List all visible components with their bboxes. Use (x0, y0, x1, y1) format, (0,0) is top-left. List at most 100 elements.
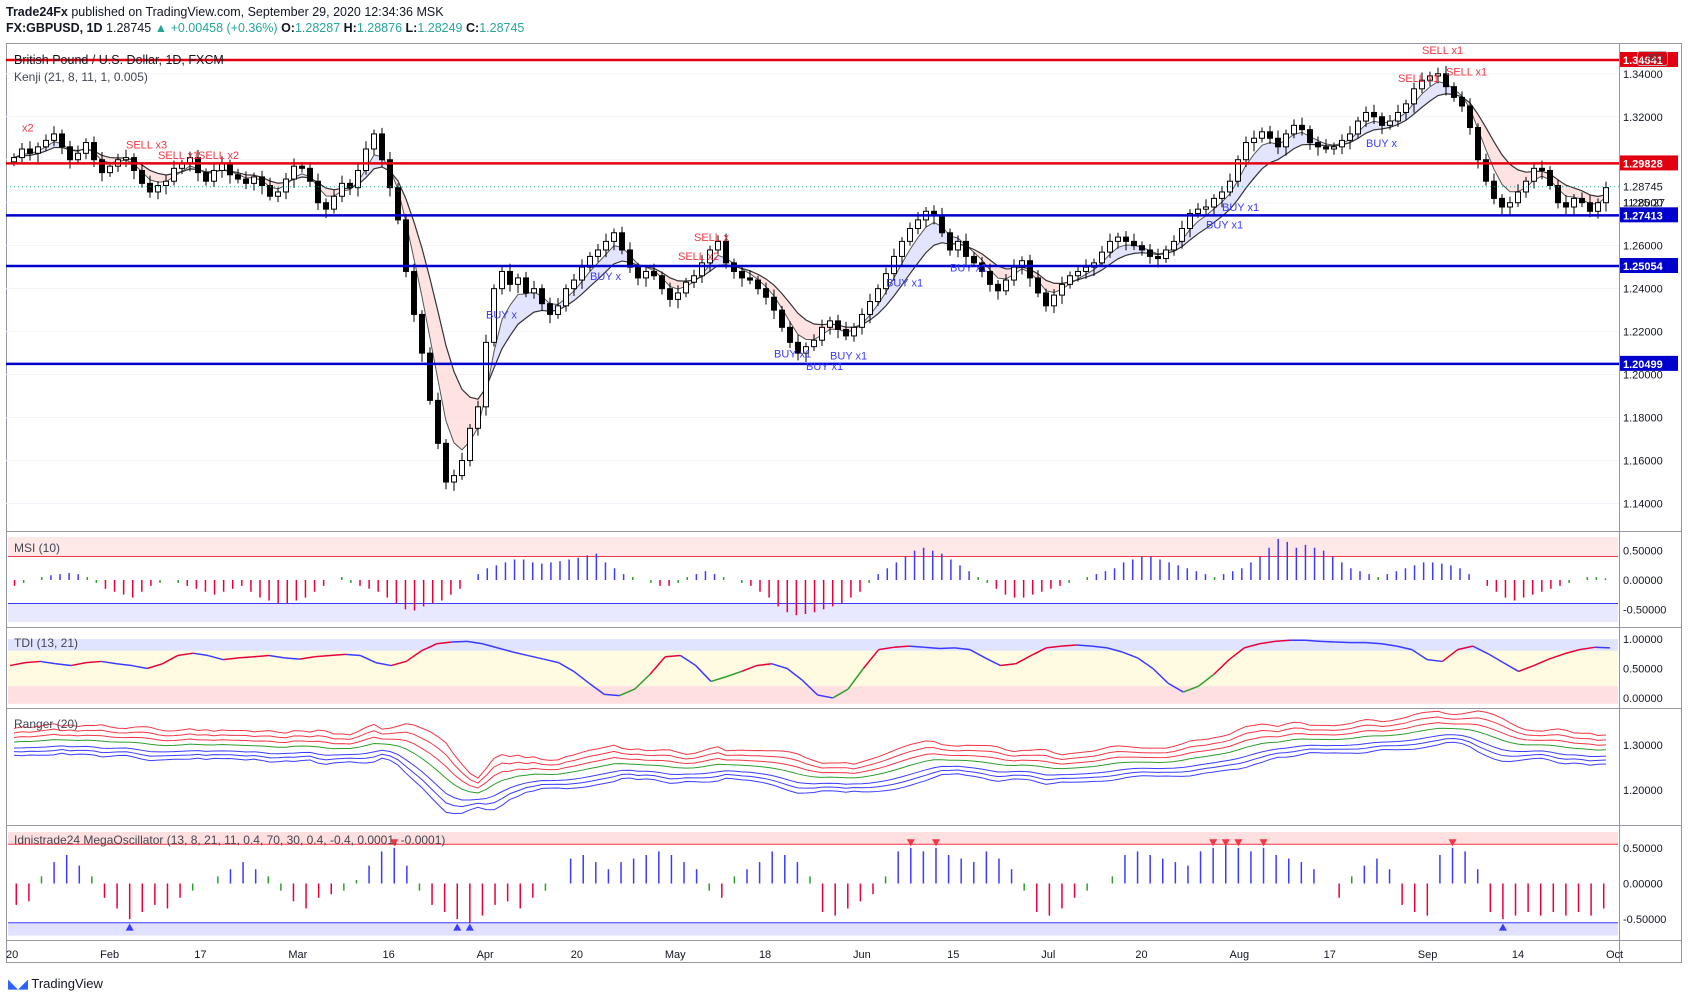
signal-label-buy: BUY x1 (886, 277, 923, 289)
msi-pane-title[interactable]: MSI (10) (14, 541, 60, 555)
time-axis-label: 17 (194, 949, 206, 961)
bear-candle (91, 142, 97, 161)
bear-candle (27, 148, 33, 154)
bear-candle (323, 202, 329, 210)
bear-candle (1155, 255, 1161, 260)
tdi-line-segment (451, 640, 468, 643)
tdi-line-segment (1335, 641, 1351, 644)
bull-candle (1355, 120, 1361, 135)
bear-candle (59, 133, 65, 148)
tdi-pane-title[interactable]: TDI (13, 21) (14, 636, 78, 650)
bear-candle (987, 270, 993, 285)
bull-candle (1403, 103, 1409, 113)
tdi-upper-zone (8, 639, 1618, 651)
bull-candle (1195, 208, 1201, 214)
bear-candle (1563, 202, 1569, 208)
bear-candle (1379, 116, 1385, 126)
bull-candle (171, 167, 177, 182)
bear-candle (435, 399, 441, 444)
bull-candle (1595, 202, 1601, 212)
bull-candle (451, 475, 457, 483)
bear-candle (1579, 197, 1585, 204)
bull-candle (499, 270, 505, 290)
time-axis-label: 18 (759, 949, 771, 961)
bull-candle (1243, 142, 1249, 161)
bull-candle (107, 165, 113, 174)
time-axis-label: Apr (477, 949, 494, 961)
time-axis-label: 17 (1324, 949, 1336, 961)
bear-candle (1267, 131, 1273, 139)
time-axis-label: 20 (1135, 949, 1147, 961)
chart-canvas[interactable]: 1.340001.320001.300001.280001.260001.240… (0, 0, 1688, 1002)
bull-candle (1411, 88, 1417, 105)
tdi-line-segment (1320, 640, 1336, 643)
time-axis-label: May (665, 949, 686, 961)
bull-candle (1251, 137, 1257, 144)
ma-band-segment (926, 222, 934, 253)
bull-candle (1107, 240, 1113, 253)
ranger-band-line (13, 716, 1607, 784)
bear-candle (139, 169, 145, 184)
ranger-pane-title[interactable]: Ranger (20) (14, 717, 78, 731)
price-tick-label: 1.34000 (1623, 69, 1663, 81)
bear-candle (1323, 146, 1329, 150)
bull-candle (595, 249, 601, 257)
bull-candle (611, 232, 617, 242)
bear-candle (243, 178, 249, 184)
time-axis-label: 16 (382, 949, 394, 961)
bull-candle (1291, 124, 1297, 135)
time-axis-label: Oct (1606, 949, 1623, 961)
signal-label-sell: SELL x (694, 232, 730, 244)
level-price-label: 1.27413 (1623, 210, 1663, 222)
bear-candle (235, 174, 241, 180)
tradingview-logo[interactable]: ◣◢ TradingView (8, 976, 103, 992)
bear-candle (523, 277, 529, 294)
bull-candle (331, 195, 337, 210)
bear-candle (635, 266, 641, 279)
price-tick-label: 1.18000 (1623, 413, 1663, 425)
megaoscillator-pane-title[interactable]: Idnistrade24 MegaOscillator (13, 8, 21, … (14, 833, 445, 847)
bear-candle (1491, 180, 1497, 199)
bull-candle (1171, 240, 1177, 251)
bull-candle (19, 148, 25, 159)
signal-label-buy: BUY x1 (950, 262, 987, 274)
bear-candle (787, 326, 793, 343)
bull-candle (1211, 197, 1217, 208)
bear-candle (67, 146, 73, 161)
time-axis-label: 15 (947, 949, 959, 961)
kenji-indicator-label[interactable]: Kenji (21, 8, 11, 1, 0.005) (14, 70, 148, 84)
bull-candle (1115, 236, 1121, 242)
bear-candle (379, 133, 385, 161)
bull-candle (563, 288, 569, 307)
signal-label-buy: BUY x1 (1222, 202, 1259, 214)
bull-candle (515, 277, 521, 285)
bear-candle (403, 219, 409, 272)
bear-candle (1043, 292, 1049, 307)
bear-candle (1131, 240, 1137, 247)
bull-candle (1179, 227, 1185, 242)
bull-candle (11, 157, 17, 163)
main-pane-title: British Pound / U.S. Dollar, 1D, FXCM (14, 53, 224, 67)
bull-candle (1203, 206, 1209, 210)
bear-candle (315, 180, 321, 204)
price-tick-label: 1.16000 (1623, 456, 1663, 468)
bear-candle (419, 313, 425, 354)
bear-candle (1371, 111, 1377, 118)
price-tick-label: 1.26000 (1623, 241, 1663, 253)
last-price-label: 1.28745 (1623, 182, 1663, 194)
currency-badge[interactable]: USD (1637, 51, 1669, 66)
signal-label-buy: BUY x (590, 271, 621, 283)
mega-tick-label: 0.00000 (1623, 879, 1663, 891)
bull-candle (859, 313, 865, 328)
bear-candle (963, 240, 969, 257)
bear-candle (507, 270, 513, 285)
bear-candle (1147, 249, 1153, 257)
bear-candle (99, 159, 105, 174)
bull-candle (75, 152, 81, 161)
bear-candle (667, 288, 673, 300)
bull-candle (1531, 167, 1537, 182)
bull-candle (691, 275, 697, 283)
bull-candle (555, 305, 561, 315)
tdi-line-segment (1594, 646, 1611, 649)
bull-candle (1075, 270, 1081, 277)
